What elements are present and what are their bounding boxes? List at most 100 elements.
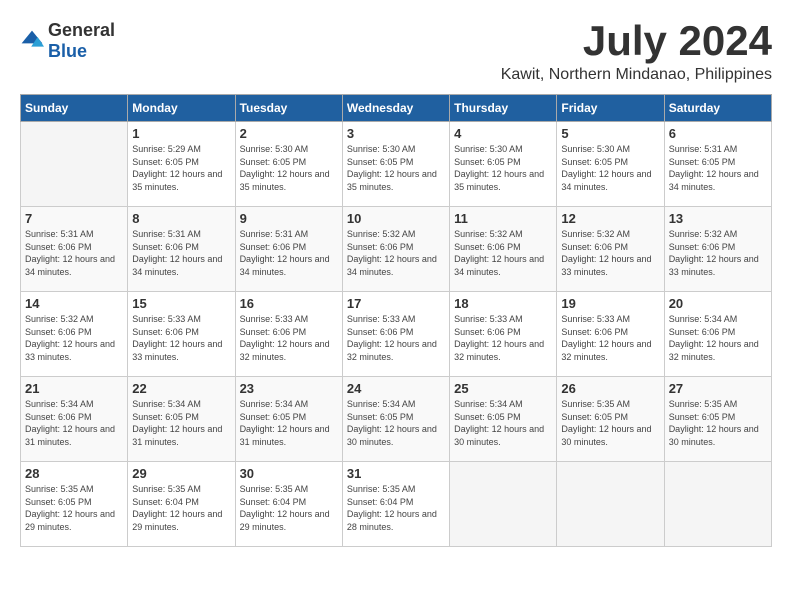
calendar-cell: 4Sunrise: 5:30 AMSunset: 6:05 PMDaylight… <box>450 122 557 207</box>
day-info: Sunrise: 5:35 AMSunset: 6:04 PMDaylight:… <box>347 483 445 533</box>
day-number: 22 <box>132 381 230 396</box>
calendar-cell: 22 Sunrise: 5:34 AMSunset: 6:05 PMDayligh… <box>128 377 235 462</box>
calendar-cell <box>450 462 557 547</box>
day-info: Sunrise: 5:34 AMSunset: 6:05 PMDaylight:… <box>347 398 445 448</box>
day-info: Sunrise: 5:32 AMSunset: 6:06 PMDaylight:… <box>454 228 552 278</box>
logo: General Blue <box>20 20 115 62</box>
day-info: Sunrise: 5:34 AMSunset: 6:05 PMDaylight:… <box>240 398 338 448</box>
day-info: Sunrise: 5:29 AMSunset: 6:05 PMDaylight:… <box>132 143 230 193</box>
calendar-cell: 3Sunrise: 5:30 AMSunset: 6:05 PMDaylight… <box>342 122 449 207</box>
calendar-week-row: 28Sunrise: 5:35 AMSunset: 6:05 PMDayligh… <box>21 462 772 547</box>
day-info: Sunrise: 5:32 AMSunset: 6:06 PMDaylight:… <box>561 228 659 278</box>
calendar-cell: 25Sunrise: 5:34 AMSunset: 6:05 PMDayligh… <box>450 377 557 462</box>
calendar-cell: 26 Sunrise: 5:35 AMSunset: 6:05 PMDayligh… <box>557 377 664 462</box>
calendar-cell: 28Sunrise: 5:35 AMSunset: 6:05 PMDayligh… <box>21 462 128 547</box>
day-number: 8 <box>132 211 230 226</box>
page-header: General Blue July 2024 Kawit, Northern M… <box>20 20 772 84</box>
calendar-table: SundayMondayTuesdayWednesdayThursdayFrid… <box>20 94 772 547</box>
day-number: 16 <box>240 296 338 311</box>
location-title: Kawit, Northern Mindanao, Philippines <box>501 66 772 84</box>
day-info: Sunrise: 5:34 AMSunset: 6:06 PMDaylight:… <box>669 313 767 363</box>
day-info: Sunrise: 5:31 AMSunset: 6:06 PMDaylight:… <box>132 228 230 278</box>
day-number: 13 <box>669 211 767 226</box>
day-number: 11 <box>454 211 552 226</box>
calendar-cell: 7Sunrise: 5:31 AMSunset: 6:06 PMDaylight… <box>21 207 128 292</box>
day-number: 24 <box>347 381 445 396</box>
day-info: Sunrise: 5:33 AMSunset: 6:06 PMDaylight:… <box>347 313 445 363</box>
calendar-week-row: 7Sunrise: 5:31 AMSunset: 6:06 PMDaylight… <box>21 207 772 292</box>
calendar-cell: 31Sunrise: 5:35 AMSunset: 6:04 PMDayligh… <box>342 462 449 547</box>
day-info: Sunrise: 5:35 AMSunset: 6:05 PMDaylight:… <box>669 398 767 448</box>
calendar-cell: 9 Sunrise: 5:31 AMSunset: 6:06 PMDaylight… <box>235 207 342 292</box>
day-number: 26 <box>561 381 659 396</box>
day-number: 23 <box>240 381 338 396</box>
calendar-cell: 14Sunrise: 5:32 AMSunset: 6:06 PMDayligh… <box>21 292 128 377</box>
calendar-cell: 21Sunrise: 5:34 AMSunset: 6:06 PMDayligh… <box>21 377 128 462</box>
day-number: 1 <box>132 126 230 141</box>
day-number: 15 <box>132 296 230 311</box>
day-info: Sunrise: 5:31 AMSunset: 6:05 PMDaylight:… <box>669 143 767 193</box>
day-number: 19 <box>561 296 659 311</box>
weekday-header-sunday: Sunday <box>21 95 128 122</box>
day-info: Sunrise: 5:35 AMSunset: 6:04 PMDaylight:… <box>240 483 338 533</box>
logo-blue: Blue <box>48 41 87 61</box>
day-number: 20 <box>669 296 767 311</box>
day-number: 18 <box>454 296 552 311</box>
day-info: Sunrise: 5:30 AMSunset: 6:05 PMDaylight:… <box>347 143 445 193</box>
day-number: 30 <box>240 466 338 481</box>
calendar-cell: 10 Sunrise: 5:32 AMSunset: 6:06 PMDayligh… <box>342 207 449 292</box>
calendar-cell: 6 Sunrise: 5:31 AMSunset: 6:05 PMDaylight… <box>664 122 771 207</box>
day-info: Sunrise: 5:31 AMSunset: 6:06 PMDaylight:… <box>25 228 123 278</box>
day-info: Sunrise: 5:32 AMSunset: 6:06 PMDaylight:… <box>669 228 767 278</box>
day-number: 2 <box>240 126 338 141</box>
day-number: 27 <box>669 381 767 396</box>
calendar-cell: 11 Sunrise: 5:32 AMSunset: 6:06 PMDayligh… <box>450 207 557 292</box>
day-number: 5 <box>561 126 659 141</box>
calendar-cell <box>557 462 664 547</box>
day-number: 9 <box>240 211 338 226</box>
calendar-cell: 5 Sunrise: 5:30 AMSunset: 6:05 PMDaylight… <box>557 122 664 207</box>
day-number: 28 <box>25 466 123 481</box>
calendar-cell <box>21 122 128 207</box>
day-number: 10 <box>347 211 445 226</box>
calendar-cell: 13 Sunrise: 5:32 AMSunset: 6:06 PMDayligh… <box>664 207 771 292</box>
calendar-cell: 30 Sunrise: 5:35 AMSunset: 6:04 PMDayligh… <box>235 462 342 547</box>
title-section: July 2024 Kawit, Northern Mindanao, Phil… <box>501 20 772 84</box>
day-info: Sunrise: 5:35 AMSunset: 6:05 PMDaylight:… <box>561 398 659 448</box>
day-info: Sunrise: 5:31 AMSunset: 6:06 PMDaylight:… <box>240 228 338 278</box>
calendar-cell <box>664 462 771 547</box>
calendar-week-row: 1 Sunrise: 5:29 AMSunset: 6:05 PMDaylight… <box>21 122 772 207</box>
calendar-cell: 18Sunrise: 5:33 AMSunset: 6:06 PMDayligh… <box>450 292 557 377</box>
day-info: Sunrise: 5:34 AMSunset: 6:05 PMDaylight:… <box>132 398 230 448</box>
day-number: 21 <box>25 381 123 396</box>
day-number: 25 <box>454 381 552 396</box>
calendar-cell: 1 Sunrise: 5:29 AMSunset: 6:05 PMDaylight… <box>128 122 235 207</box>
day-number: 17 <box>347 296 445 311</box>
day-info: Sunrise: 5:33 AMSunset: 6:06 PMDaylight:… <box>561 313 659 363</box>
weekday-header-thursday: Thursday <box>450 95 557 122</box>
day-number: 6 <box>669 126 767 141</box>
day-info: Sunrise: 5:32 AMSunset: 6:06 PMDaylight:… <box>347 228 445 278</box>
calendar-cell: 16Sunrise: 5:33 AMSunset: 6:06 PMDayligh… <box>235 292 342 377</box>
calendar-cell: 29Sunrise: 5:35 AMSunset: 6:04 PMDayligh… <box>128 462 235 547</box>
calendar-cell: 27 Sunrise: 5:35 AMSunset: 6:05 PMDayligh… <box>664 377 771 462</box>
calendar-cell: 15 Sunrise: 5:33 AMSunset: 6:06 PMDayligh… <box>128 292 235 377</box>
weekday-header-monday: Monday <box>128 95 235 122</box>
month-title: July 2024 <box>501 20 772 62</box>
day-info: Sunrise: 5:35 AMSunset: 6:04 PMDaylight:… <box>132 483 230 533</box>
weekday-header-friday: Friday <box>557 95 664 122</box>
weekday-header-row: SundayMondayTuesdayWednesdayThursdayFrid… <box>21 95 772 122</box>
calendar-week-row: 21Sunrise: 5:34 AMSunset: 6:06 PMDayligh… <box>21 377 772 462</box>
logo-general: General <box>48 20 115 40</box>
calendar-cell: 20 Sunrise: 5:34 AMSunset: 6:06 PMDayligh… <box>664 292 771 377</box>
calendar-cell: 8 Sunrise: 5:31 AMSunset: 6:06 PMDaylight… <box>128 207 235 292</box>
calendar-week-row: 14Sunrise: 5:32 AMSunset: 6:06 PMDayligh… <box>21 292 772 377</box>
day-number: 4 <box>454 126 552 141</box>
calendar-cell: 2 Sunrise: 5:30 AMSunset: 6:05 PMDaylight… <box>235 122 342 207</box>
day-info: Sunrise: 5:33 AMSunset: 6:06 PMDaylight:… <box>132 313 230 363</box>
day-info: Sunrise: 5:30 AMSunset: 6:05 PMDaylight:… <box>240 143 338 193</box>
day-info: Sunrise: 5:30 AMSunset: 6:05 PMDaylight:… <box>561 143 659 193</box>
day-number: 14 <box>25 296 123 311</box>
weekday-header-tuesday: Tuesday <box>235 95 342 122</box>
calendar-cell: 23 Sunrise: 5:34 AMSunset: 6:05 PMDayligh… <box>235 377 342 462</box>
